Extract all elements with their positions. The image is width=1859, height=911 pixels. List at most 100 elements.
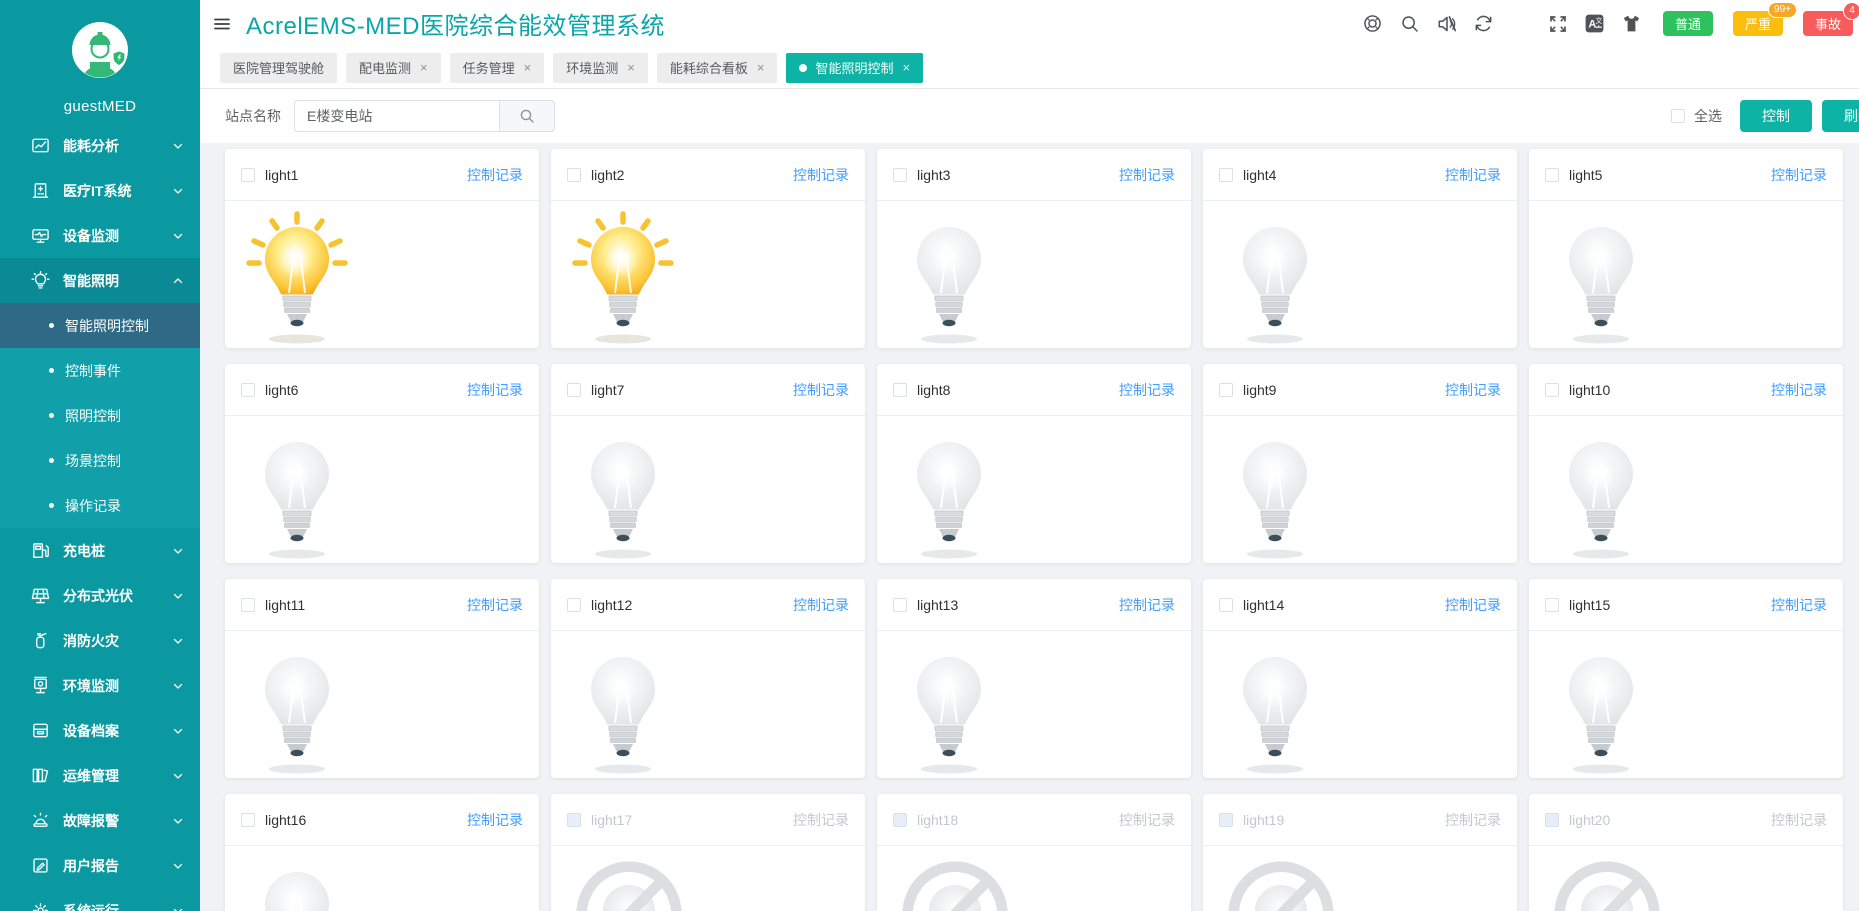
control-record-link[interactable]: 控制记录 xyxy=(1119,595,1175,615)
control-record-link[interactable]: 控制记录 xyxy=(1445,595,1501,615)
light-checkbox[interactable] xyxy=(1219,382,1233,397)
control-record-link[interactable]: 控制记录 xyxy=(793,595,849,615)
control-button[interactable]: 控制 xyxy=(1740,100,1812,132)
light-checkbox[interactable] xyxy=(1219,167,1233,182)
light-checkbox[interactable] xyxy=(1545,812,1559,827)
sidebar-subitem-operation-records[interactable]: 操作记录 xyxy=(0,483,200,528)
light-card: light8 控制记录 xyxy=(877,364,1191,563)
light-checkbox[interactable] xyxy=(893,382,907,397)
light-card-header: light17 控制记录 xyxy=(551,794,865,846)
light-card-body xyxy=(1203,631,1517,778)
tab-env-monitor[interactable]: 环境监测 × xyxy=(553,52,648,83)
light-name: light15 xyxy=(1569,596,1611,613)
tab-hospital-cockpit[interactable]: 医院管理驾驶舱 xyxy=(220,52,338,83)
light-checkbox[interactable] xyxy=(567,597,581,612)
bulb-offline-image xyxy=(1554,861,1660,911)
close-tab-icon[interactable]: × xyxy=(420,60,428,75)
control-record-link[interactable]: 控制记录 xyxy=(1771,165,1827,185)
search-icon[interactable] xyxy=(1399,13,1421,35)
light-checkbox[interactable] xyxy=(1545,167,1559,182)
aim-icon[interactable] xyxy=(1362,13,1384,35)
refresh-icon[interactable] xyxy=(1473,13,1495,35)
sidebar-item-smart-lighting[interactable]: 智能照明 xyxy=(0,258,200,303)
light-checkbox[interactable] xyxy=(1545,382,1559,397)
sidebar-item-env-monitor[interactable]: 环境监测 xyxy=(0,663,200,708)
status-button-accident[interactable]: 事故 4 xyxy=(1802,3,1859,36)
select-all-checkbox[interactable] xyxy=(1671,109,1685,123)
tab-task-management[interactable]: 任务管理 × xyxy=(449,52,545,83)
control-record-link[interactable]: 控制记录 xyxy=(1445,380,1501,400)
tab-smart-lighting-control[interactable]: 智能照明控制 × xyxy=(786,52,924,83)
sidebar-item-fire-safety[interactable]: 消防火灾 xyxy=(0,618,200,663)
sidebar-item-medical-it[interactable]: 医疗IT系统 xyxy=(0,168,200,213)
ops-icon xyxy=(30,766,50,786)
search-button[interactable] xyxy=(500,100,555,132)
close-tab-icon[interactable]: × xyxy=(627,60,635,75)
control-record-link[interactable]: 控制记录 xyxy=(467,810,523,830)
control-record-link: 控制记录 xyxy=(1771,811,1827,828)
light-card-header: light20 控制记录 xyxy=(1529,794,1843,846)
close-tab-icon[interactable]: × xyxy=(757,60,765,75)
control-record-link[interactable]: 控制记录 xyxy=(1119,165,1175,185)
sidebar-subitem-smart-lighting-control[interactable]: 智能照明控制 xyxy=(0,303,200,348)
light-card-header: light13 控制记录 xyxy=(877,579,1191,631)
control-record-link[interactable]: 控制记录 xyxy=(1119,380,1175,400)
light-checkbox[interactable] xyxy=(241,597,255,612)
status-button-severe[interactable]: 严重 99+ xyxy=(1732,3,1796,36)
refresh-button[interactable]: 刷新 xyxy=(1822,100,1859,132)
sidebar-subitem-lighting-control[interactable]: 照明控制 xyxy=(0,393,200,438)
mute-icon[interactable] xyxy=(1436,13,1458,35)
close-tab-icon[interactable]: × xyxy=(524,60,532,75)
light-checkbox[interactable] xyxy=(1219,812,1233,827)
control-record-link[interactable]: 控制记录 xyxy=(467,380,523,400)
light-checkbox[interactable] xyxy=(567,167,581,182)
control-record-link[interactable]: 控制记录 xyxy=(467,595,523,615)
sidebar-subitem-control-events[interactable]: 控制事件 xyxy=(0,348,200,393)
light-checkbox[interactable] xyxy=(1219,597,1233,612)
light-card-body xyxy=(225,631,539,778)
control-record-link: 控制记录 xyxy=(793,811,849,828)
control-record-link[interactable]: 控制记录 xyxy=(1771,595,1827,615)
light-checkbox[interactable] xyxy=(893,597,907,612)
fullscreen-icon[interactable] xyxy=(1547,13,1569,35)
light-checkbox[interactable] xyxy=(893,167,907,182)
sidebar-item-system-run[interactable]: 系统运行 xyxy=(0,888,200,911)
hamburger-icon[interactable] xyxy=(212,14,232,34)
light-checkbox[interactable] xyxy=(241,812,255,827)
tab-power-monitor[interactable]: 配电监测 × xyxy=(346,52,441,83)
control-record-link[interactable]: 控制记录 xyxy=(793,380,849,400)
sidebar-item-distributed-pv[interactable]: 分布式光伏 xyxy=(0,573,200,618)
translate-icon[interactable]: A文 xyxy=(1584,13,1606,35)
control-record-link[interactable]: 控制记录 xyxy=(467,165,523,185)
sidebar-item-device-archive[interactable]: 设备档案 xyxy=(0,708,200,753)
avatar[interactable] xyxy=(72,22,128,78)
sidebar-item-fault-alarm[interactable]: 故障报警 xyxy=(0,798,200,843)
sidebar-item-user-report[interactable]: 用户报告 xyxy=(0,843,200,888)
sidebar-subitem-scene-control[interactable]: 场景控制 xyxy=(0,438,200,483)
light-checkbox[interactable] xyxy=(567,382,581,397)
sidebar-item-energy-analysis[interactable]: 能耗分析 xyxy=(0,123,200,168)
control-record-link[interactable]: 控制记录 xyxy=(1445,165,1501,185)
sidebar-item-charging-pile[interactable]: 充电桩 xyxy=(0,528,200,573)
site-name-input[interactable] xyxy=(294,100,500,132)
light-checkbox[interactable] xyxy=(567,812,581,827)
chevron-down-icon xyxy=(172,185,184,197)
light-card-header: light3 控制记录 xyxy=(877,149,1191,201)
light-checkbox[interactable] xyxy=(241,167,255,182)
tab-energy-dashboard[interactable]: 能耗综合看板 × xyxy=(656,52,778,83)
control-record-link[interactable]: 控制记录 xyxy=(793,165,849,185)
bulb-off-image xyxy=(591,657,655,774)
active-tab-dot xyxy=(799,63,808,72)
light-name: light20 xyxy=(1569,811,1611,828)
status-button-normal[interactable]: 普通 xyxy=(1662,11,1713,36)
sidebar-item-device-monitor[interactable]: 设备监测 xyxy=(0,213,200,258)
light-checkbox[interactable] xyxy=(241,382,255,397)
theme-icon[interactable] xyxy=(1621,13,1643,35)
light-name: light16 xyxy=(265,811,307,828)
light-checkbox[interactable] xyxy=(893,812,907,827)
light-checkbox[interactable] xyxy=(1545,597,1559,612)
light-card: light3 控制记录 xyxy=(877,149,1191,348)
close-tab-icon[interactable]: × xyxy=(902,60,910,75)
sidebar-item-ops-management[interactable]: 运维管理 xyxy=(0,753,200,798)
control-record-link[interactable]: 控制记录 xyxy=(1771,380,1827,400)
